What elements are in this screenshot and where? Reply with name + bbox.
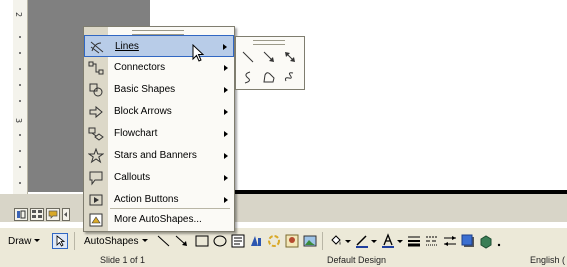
action-buttons-icon <box>89 194 103 206</box>
menu-item-connectors[interactable]: Connectors <box>84 57 234 79</box>
menu-item-block-arrows[interactable]: Block Arrows <box>84 101 234 123</box>
menu-item-stars-and-banners[interactable]: Stars and Banners <box>84 145 234 167</box>
slide-count: Slide 1 of 1 <box>100 255 146 265</box>
freeform-icon[interactable] <box>261 69 277 85</box>
flowchart-icon <box>88 127 104 141</box>
line-color-icon[interactable] <box>354 233 370 249</box>
curve-icon[interactable] <box>240 69 256 85</box>
menu-item-label: Flowchart <box>114 128 158 139</box>
status-bar: Slide 1 of 1 Default Design English ( <box>0 253 567 267</box>
menu-item-callouts[interactable]: Callouts <box>84 167 234 189</box>
arrow-style-icon[interactable] <box>442 233 458 249</box>
fill-color-icon[interactable] <box>328 233 344 249</box>
draw-label: Draw <box>8 235 32 247</box>
select-objects-icon[interactable] <box>52 233 68 249</box>
submenu-arrow-icon <box>224 65 228 71</box>
stars-banners-icon <box>88 148 104 164</box>
menu-item-label: Callouts <box>114 172 151 183</box>
arrow-icon[interactable] <box>261 49 277 65</box>
autoshapes-label: AutoShapes <box>84 235 139 247</box>
connectors-icon <box>88 61 104 75</box>
chevron-down-icon <box>141 239 148 242</box>
draw-menu-button[interactable]: Draw <box>8 232 41 250</box>
submenu-arrow-icon <box>224 153 228 159</box>
menu-item-flowchart[interactable]: Flowchart <box>84 123 234 145</box>
scroll-left-button[interactable] <box>62 208 70 221</box>
autoshapes-menu: Lines Connectors Basic Shapes Block Arro… <box>83 26 235 232</box>
clip-art-icon[interactable] <box>284 233 300 249</box>
submenu-arrow-icon <box>224 175 228 181</box>
arrow-icon[interactable] <box>174 233 190 249</box>
submenu-arrow-icon <box>224 87 228 93</box>
menu-item-basic-shapes[interactable]: Basic Shapes <box>84 79 234 101</box>
line-style-icon[interactable] <box>406 233 422 249</box>
menu-item-label: Block Arrows <box>114 106 172 117</box>
diagram-icon[interactable] <box>266 233 282 249</box>
submenu-drag-handle[interactable] <box>253 40 285 45</box>
lines-submenu <box>235 36 305 90</box>
submenu-arrow-icon <box>224 109 228 115</box>
design-name: Default Design <box>327 255 387 265</box>
scribble-icon[interactable] <box>282 69 298 85</box>
normal-view-button[interactable] <box>14 208 28 221</box>
mouse-pointer-icon <box>192 44 205 62</box>
picture-icon[interactable] <box>302 233 318 249</box>
wordart-icon[interactable] <box>248 233 264 249</box>
more-autoshapes-icon <box>89 213 103 227</box>
basic-shapes-icon <box>89 83 103 97</box>
slide-sorter-view-button[interactable] <box>30 208 44 221</box>
menu-item-more-autoshapes[interactable]: More AutoShapes... <box>84 209 234 231</box>
ruler-mark-3: 3 <box>14 117 24 124</box>
ruler-mark-2: 2 <box>14 11 24 18</box>
dash-style-icon[interactable] <box>424 233 440 249</box>
lines-icon <box>90 41 104 54</box>
text-box-icon[interactable] <box>230 233 246 249</box>
vertical-ruler: 2 3 <box>13 0 28 206</box>
callouts-icon <box>89 171 103 186</box>
menu-item-label: Basic Shapes <box>114 84 176 95</box>
toolbar-options-icon[interactable] <box>496 233 512 249</box>
submenu-arrow-icon <box>224 197 228 203</box>
submenu-arrow-icon <box>223 44 227 50</box>
language: English ( <box>530 255 566 265</box>
menu-item-label: Lines <box>115 41 139 52</box>
rectangle-icon[interactable] <box>194 233 210 249</box>
menu-item-lines[interactable]: Lines <box>84 35 234 57</box>
slide-show-view-button[interactable] <box>46 208 60 221</box>
oval-icon[interactable] <box>212 233 228 249</box>
block-arrows-icon <box>89 105 103 119</box>
autoshapes-menu-button[interactable]: AutoShapes <box>84 232 149 250</box>
shadow-icon[interactable] <box>460 233 476 249</box>
3d-icon[interactable] <box>478 233 494 249</box>
line-icon[interactable] <box>240 49 256 65</box>
chevron-down-icon <box>34 239 41 242</box>
menu-item-label: Connectors <box>114 62 166 73</box>
menu-item-label: More AutoShapes... <box>114 214 202 225</box>
font-color-icon[interactable] <box>380 233 396 249</box>
menu-item-label: Stars and Banners <box>114 150 197 161</box>
submenu-arrow-icon <box>224 131 228 137</box>
double-arrow-icon[interactable] <box>282 49 298 65</box>
line-icon[interactable] <box>156 233 172 249</box>
menu-item-label: Action Buttons <box>114 194 179 205</box>
